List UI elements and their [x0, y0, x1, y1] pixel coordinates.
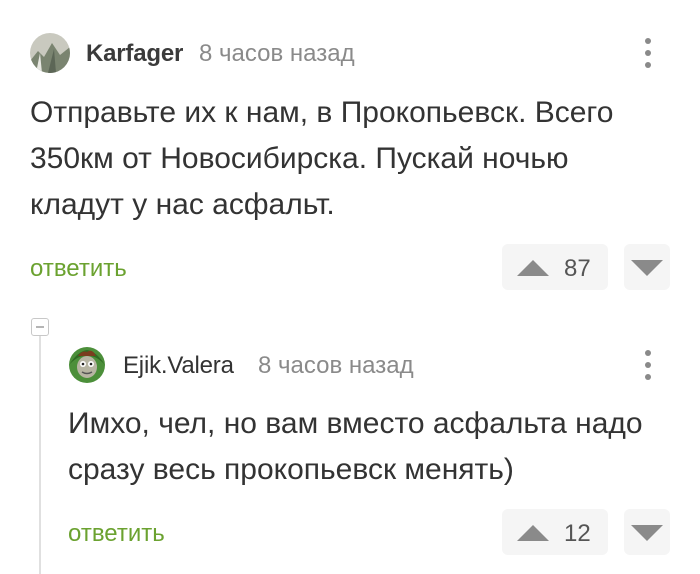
comment-text-line: сразу весь прокопьевск менять): [68, 453, 514, 486]
comment-text: Отправьте их к нам, в Прокопьевск. Всего…: [30, 90, 680, 228]
upvote-icon: [517, 525, 549, 541]
downvote-button[interactable]: [624, 509, 670, 555]
thread-line[interactable]: [39, 335, 41, 574]
comment-time[interactable]: 8 часов назад: [258, 352, 414, 380]
comment-text-line: кладут у нас асфальт.: [30, 188, 335, 221]
downvote-icon: [631, 260, 663, 276]
comment-text-line: Имхо, чел, но вам вместо асфальта надо: [68, 407, 643, 440]
comment-author[interactable]: Ejik.Valera: [123, 352, 234, 380]
upvote-button[interactable]: 87: [502, 244, 608, 290]
collapse-thread-icon[interactable]: [31, 318, 49, 336]
comment-text: Имхо, чел, но вам вместо асфальта надо с…: [68, 401, 688, 493]
downvote-icon: [631, 525, 663, 541]
more-vertical-icon[interactable]: [639, 350, 657, 386]
comment-author[interactable]: Karfager: [86, 40, 183, 68]
comment-time[interactable]: 8 часов назад: [199, 40, 355, 68]
avatar[interactable]: [30, 33, 70, 73]
reply-link[interactable]: ответить: [68, 520, 165, 548]
comment-text-line: Отправьте их к нам, в Прокопьевск. Всего: [30, 96, 614, 129]
upvote-icon: [517, 260, 549, 276]
vote-score: 87: [564, 255, 591, 282]
avatar[interactable]: [68, 346, 106, 384]
downvote-button[interactable]: [624, 244, 670, 290]
upvote-button[interactable]: 12: [502, 509, 608, 555]
vote-score: 12: [564, 520, 591, 547]
comment-text-line: 350км от Новосибирска. Пускай ночью: [30, 142, 569, 175]
more-vertical-icon[interactable]: [639, 38, 657, 74]
reply-link[interactable]: ответить: [30, 255, 127, 283]
